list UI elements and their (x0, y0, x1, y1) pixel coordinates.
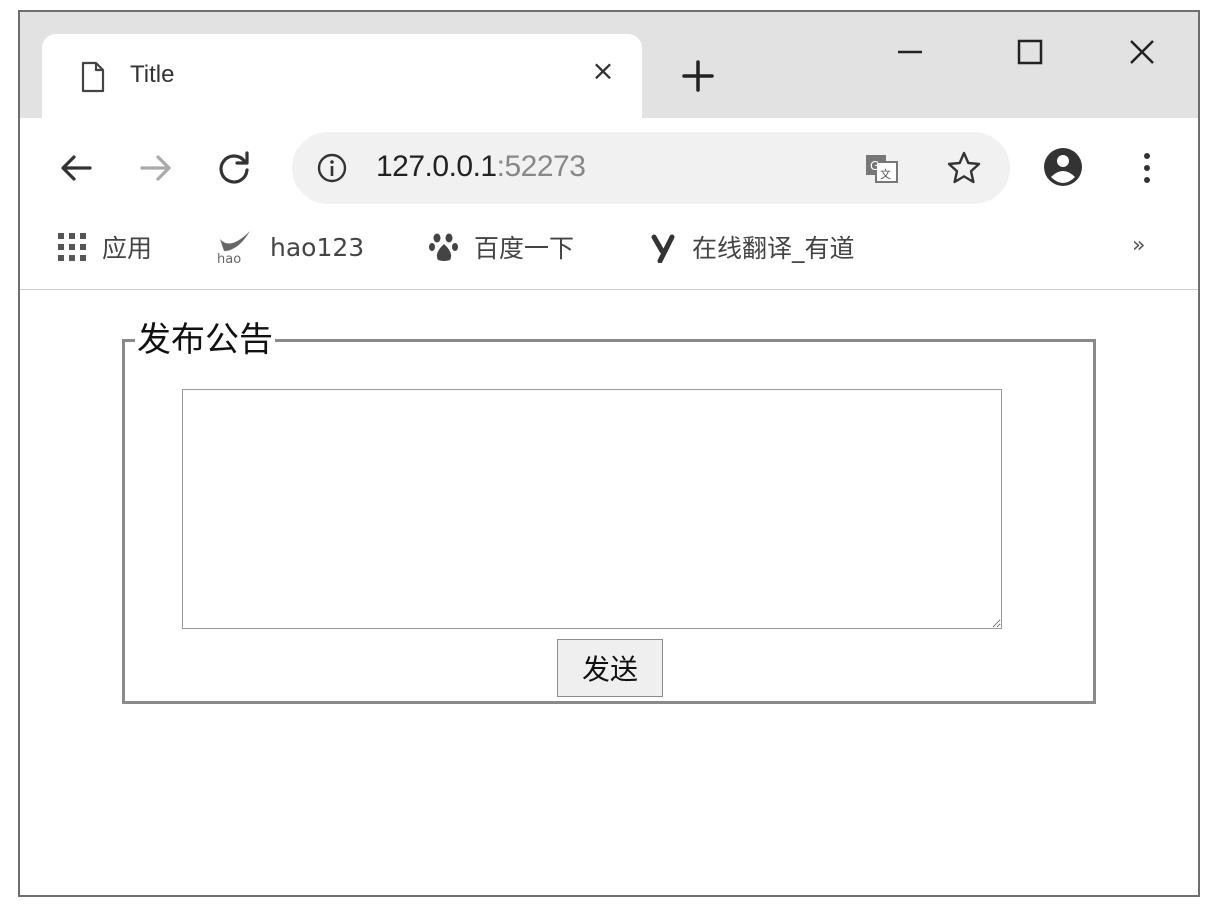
bookmarks-more-icon[interactable]: » (1132, 233, 1145, 258)
new-tab-icon[interactable] (678, 56, 718, 96)
bookmark-label: hao123 (270, 232, 365, 262)
bookmark-apps[interactable]: 应用 (56, 227, 152, 267)
svg-text:G: G (870, 159, 879, 173)
tab-title: Title (130, 61, 175, 88)
url-text[interactable]: 127.0.0.1:52273 (376, 150, 586, 184)
page-content: 发布公告 发送 (20, 290, 1198, 895)
tab-active[interactable]: Title × (42, 34, 642, 120)
toolbar: 127.0.0.1:52273 G 文 (20, 118, 1198, 213)
bookmark-label: 应用 (102, 234, 153, 263)
forward-arrow-icon[interactable] (136, 148, 176, 188)
announcement-textarea[interactable] (182, 389, 1002, 629)
close-window-icon[interactable] (1122, 32, 1162, 72)
tab-close-icon[interactable]: × (588, 56, 618, 86)
bookmark-label: 百度一下 (474, 234, 575, 263)
apps-grid-icon (58, 233, 86, 261)
bookmark-hao123[interactable]: hao hao123 (216, 227, 364, 267)
baidu-paw-icon (429, 233, 458, 261)
youdao-icon (651, 234, 675, 263)
address-bar[interactable]: 127.0.0.1:52273 G 文 (292, 132, 1010, 204)
bookmark-youdao[interactable]: 在线翻译_有道 (650, 227, 855, 267)
browser-window: Title × 127.0.0.1:52273 G 文 应用 hao hao12… (18, 10, 1200, 897)
translate-icon[interactable]: G 文 (864, 152, 900, 184)
bookmarks-bar: 应用 hao hao123 百度一下 在线翻译_有道 » (20, 213, 1198, 290)
profile-icon[interactable] (1042, 146, 1084, 188)
announcement-legend: 发布公告 (137, 320, 273, 360)
page-icon (81, 61, 105, 93)
hao123-icon: hao (217, 231, 250, 265)
announcement-fieldset: 发布公告 发送 (122, 320, 1096, 704)
svg-text:hao: hao (217, 252, 241, 265)
url-port: :52273 (496, 150, 586, 183)
minimize-icon[interactable] (890, 32, 930, 72)
back-arrow-icon[interactable] (56, 148, 96, 188)
bookmark-baidu[interactable]: 百度一下 (428, 227, 574, 267)
maximize-icon[interactable] (1010, 32, 1050, 72)
reload-icon[interactable] (214, 148, 254, 188)
info-icon[interactable] (316, 152, 348, 184)
star-icon[interactable] (946, 150, 982, 186)
url-host: 127.0.0.1 (376, 150, 497, 183)
bookmark-label: 在线翻译_有道 (692, 234, 855, 263)
menu-dots-icon[interactable] (1132, 148, 1162, 188)
tab-strip: Title × (20, 12, 1198, 120)
send-button[interactable]: 发送 (557, 639, 663, 697)
svg-text:文: 文 (880, 167, 891, 181)
